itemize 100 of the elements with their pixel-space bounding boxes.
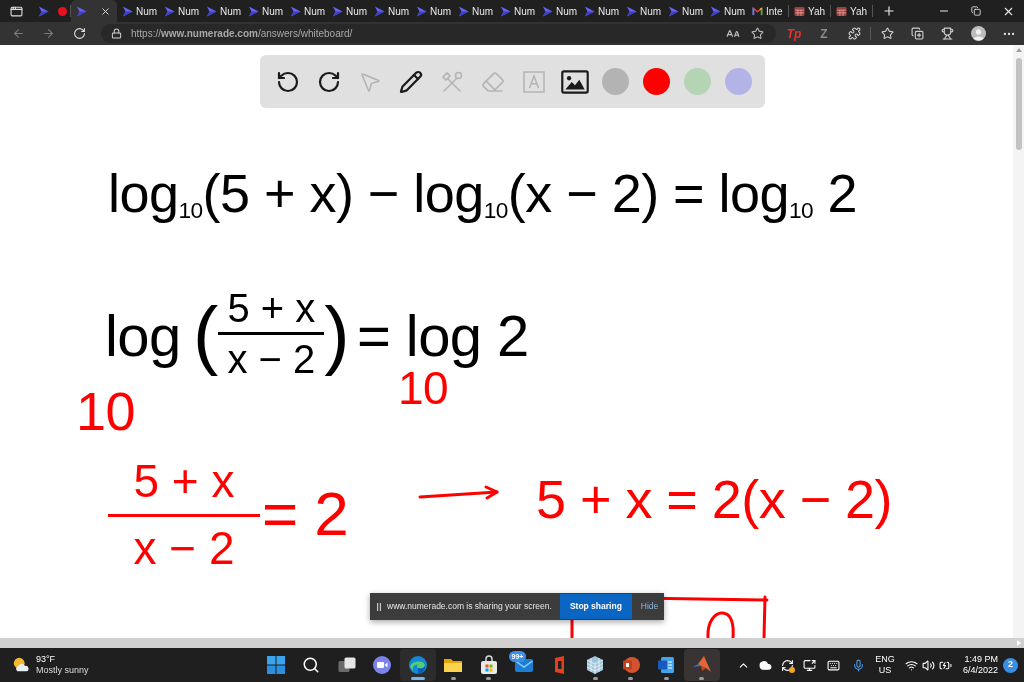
taskbar-app-button[interactable] [400, 649, 436, 681]
pencil-tool-button[interactable] [398, 69, 423, 94]
browser-tab[interactable]: Num [663, 0, 705, 22]
color-swatch[interactable] [684, 68, 711, 95]
triangle-logo-icon [76, 5, 87, 17]
peak-surface-icon [691, 655, 712, 675]
browser-tab[interactable]: Num [327, 0, 369, 22]
fraction-numerator: 5 + x [227, 288, 316, 328]
sun-cloud-icon [12, 656, 30, 674]
extension-button[interactable]: Z [809, 23, 839, 44]
browser-tab[interactable]: Yah [789, 0, 831, 22]
handwritten-math: 10 [76, 384, 135, 438]
search-icon [302, 656, 321, 674]
browser-tab[interactable]: Num [285, 0, 327, 22]
browser-tab[interactable]: Num [621, 0, 663, 22]
cloud-icon [758, 658, 772, 672]
browser-tab[interactable]: Num [243, 0, 285, 22]
redo-icon [316, 69, 341, 94]
restore-icon [971, 6, 981, 16]
crossed-tools-icon [439, 69, 464, 94]
star-icon [880, 27, 894, 40]
language-button[interactable]: ENG US [870, 654, 900, 676]
triangle-logo-icon [332, 5, 343, 17]
close-icon[interactable] [100, 5, 111, 17]
browser-tab[interactable]: Num [117, 0, 159, 22]
hide-link[interactable]: Hide [640, 600, 659, 613]
keyboard-icon [826, 658, 840, 672]
stacked-squares-icon [910, 27, 924, 40]
triangle-logo-icon [248, 5, 259, 17]
color-swatch[interactable] [643, 68, 670, 95]
grip-icon [377, 602, 381, 611]
envelope-logo-icon [752, 6, 763, 16]
triangle-logo-icon [626, 5, 637, 17]
scrollbar-thumb[interactable] [1015, 58, 1022, 150]
temperature-text: 93°F [36, 654, 57, 665]
triangle-logo-icon [542, 5, 553, 17]
undo-button[interactable] [275, 69, 300, 94]
four-squares-icon [265, 655, 286, 675]
triangle-logo-icon [164, 5, 175, 17]
image-tool-button[interactable] [560, 69, 589, 94]
overlapping-windows-icon [336, 655, 357, 675]
microphone-icon [851, 658, 865, 672]
star-icon[interactable] [751, 27, 764, 40]
clock-button[interactable]: 1:49 PM 6/4/2022 [956, 654, 998, 676]
stop-sharing-button[interactable]: Stop sharing [559, 594, 632, 619]
window-menu-icon[interactable] [10, 4, 23, 18]
triangle-logo-icon [290, 5, 301, 17]
browser-tab[interactable]: Num [495, 0, 537, 22]
refresh-icon [72, 27, 86, 40]
browser-tab[interactable]: Num [369, 0, 411, 22]
forward-arrow-icon [41, 27, 55, 40]
trophy-icon [940, 27, 954, 40]
triangle-logo-icon [458, 5, 469, 17]
presentation-logo-icon [620, 655, 641, 675]
undo-icon [275, 69, 300, 94]
grid-tile-logo-icon [836, 5, 847, 17]
cube-grid-icon [585, 655, 606, 675]
address-field[interactable]: https://www.numerade.com/answers/whiteboard/ [101, 24, 776, 43]
color-swatch[interactable] [725, 68, 752, 95]
swirl-logo-icon [407, 655, 428, 675]
color-swatch[interactable] [602, 68, 629, 95]
browser-tab[interactable]: Num [453, 0, 495, 22]
browser-tab[interactable]: Num [705, 0, 747, 22]
browser-tab[interactable]: Inte [747, 0, 789, 22]
url-text: https://www.numerade.com/answers/whiteboard/ [131, 27, 353, 41]
puzzle-icon [847, 27, 861, 40]
triangle-logo-icon [206, 5, 217, 17]
shopping-bag-icon [478, 655, 499, 675]
pencil-icon [398, 69, 423, 94]
horizontal-scrollbar[interactable] [0, 638, 1024, 648]
eraser-icon [480, 69, 505, 94]
triangle-logo-icon [710, 5, 721, 17]
browser-tab[interactable]: Num [159, 0, 201, 22]
triangle-logo-icon [584, 5, 595, 17]
triangle-logo-icon [374, 5, 385, 17]
fraction-denominator: x − 2 [133, 525, 235, 571]
image-icon [560, 69, 589, 94]
wifi-icon [904, 658, 918, 672]
volume-icon [921, 658, 935, 672]
text-box-icon [521, 69, 546, 94]
fraction-numerator: 5 + x [133, 458, 235, 504]
video-chat-icon [372, 655, 393, 675]
triangle-logo-icon [416, 5, 427, 17]
back-arrow-icon [11, 27, 25, 40]
vertical-scrollbar[interactable] [1013, 45, 1024, 638]
browser-tab[interactable]: Num [201, 0, 243, 22]
lock-icon [111, 28, 122, 39]
screen-share-icon [802, 658, 816, 672]
browser-tab[interactable]: Yah [831, 0, 873, 22]
browser-tab[interactable]: Num [411, 0, 453, 22]
redo-button[interactable] [316, 69, 341, 94]
browser-tab[interactable]: Num [579, 0, 621, 22]
browser-tab[interactable]: Num [537, 0, 579, 22]
sync-icon [780, 658, 794, 672]
handwritten-math: = 2 [262, 483, 349, 545]
grid-tile-logo-icon [794, 5, 805, 17]
triangle-logo-icon [668, 5, 679, 17]
share-message: www.numerade.com is sharing your screen. [387, 600, 552, 613]
plus-icon [882, 4, 896, 18]
weather-condition-text: Mostly sunny [36, 665, 89, 676]
